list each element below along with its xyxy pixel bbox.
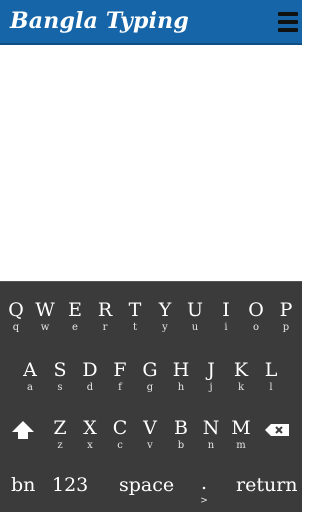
key-n[interactable]: Nn <box>196 416 226 466</box>
key-j[interactable]: Jj <box>196 358 226 408</box>
key-upper: G <box>142 359 158 381</box>
period-key[interactable]: . > <box>194 470 214 510</box>
key-l[interactable]: Ll <box>256 358 286 408</box>
key-lower: u <box>191 322 199 333</box>
lang-bn-key[interactable]: bn <box>11 470 35 500</box>
key-lower: v <box>147 440 153 451</box>
space-key[interactable]: space <box>119 470 174 500</box>
key-upper: U <box>186 299 203 321</box>
app-header: Bangla Typing <box>0 0 302 45</box>
key-upper: V <box>143 417 157 439</box>
key-upper: P <box>279 299 293 321</box>
key-lower: t <box>132 322 138 333</box>
key-upper: Z <box>53 417 67 439</box>
key-upper: X <box>83 417 97 439</box>
key-u[interactable]: Uu <box>180 298 210 348</box>
key-f[interactable]: Ff <box>105 358 135 408</box>
key-lower: b <box>177 440 185 451</box>
key-lower: y <box>162 322 168 333</box>
key-lower: p <box>282 322 290 333</box>
key-upper: D <box>82 359 98 381</box>
key-lower: o <box>252 322 260 333</box>
key-i[interactable]: Ii <box>211 298 241 348</box>
key-r[interactable]: Rr <box>90 298 120 348</box>
key-upper: M <box>231 417 251 439</box>
key-lower: w <box>40 322 50 333</box>
key-lower: l <box>269 382 273 393</box>
numbers-key[interactable]: 123 <box>52 470 88 500</box>
key-upper: R <box>97 299 113 321</box>
key-k[interactable]: Kk <box>226 358 256 408</box>
key-upper: F <box>113 359 127 381</box>
key-upper: Y <box>158 299 172 321</box>
period-label: . <box>200 472 208 494</box>
key-upper: T <box>128 299 142 321</box>
key-upper: W <box>35 299 55 321</box>
key-upper: N <box>202 417 220 439</box>
key-upper: S <box>53 359 67 381</box>
key-o[interactable]: Oo <box>241 298 271 348</box>
key-lower: h <box>177 382 185 393</box>
key-g[interactable]: Gg <box>135 358 165 408</box>
key-y[interactable]: Yy <box>150 298 180 348</box>
key-lower: f <box>118 382 122 393</box>
key-upper: Q <box>8 299 24 321</box>
keyboard-row-4: bn 123 space . > return <box>0 470 302 512</box>
keyboard-row-1: Qq Ww Ee Rr Tt Yy Uu Ii Oo Pp <box>0 298 302 348</box>
key-x[interactable]: Xx <box>75 416 105 466</box>
key-t[interactable]: Tt <box>120 298 150 348</box>
key-lower: z <box>57 440 63 451</box>
key-m[interactable]: Mm <box>226 416 256 466</box>
key-upper: E <box>68 299 82 321</box>
key-w[interactable]: Ww <box>30 298 60 348</box>
key-upper: L <box>264 359 278 381</box>
key-upper: H <box>172 359 190 381</box>
on-screen-keyboard: Qq Ww Ee Rr Tt Yy Uu Ii Oo Pp Aa Ss Dd F… <box>0 281 302 512</box>
key-upper: B <box>174 417 188 439</box>
key-lower: d <box>86 382 94 393</box>
shift-arrow-icon[interactable] <box>8 418 38 444</box>
key-c[interactable]: Cc <box>105 416 135 466</box>
key-lower: k <box>237 382 245 393</box>
app-title: Bangla Typing <box>10 8 189 34</box>
key-z[interactable]: Zz <box>45 416 75 466</box>
period-alt-label: > <box>200 496 208 506</box>
key-lower: s <box>57 382 63 393</box>
key-lower: q <box>12 322 20 333</box>
key-s[interactable]: Ss <box>45 358 75 408</box>
key-upper: O <box>248 299 264 321</box>
key-v[interactable]: Vv <box>135 416 165 466</box>
key-upper: J <box>207 359 215 381</box>
key-lower: a <box>27 382 33 393</box>
key-b[interactable]: Bb <box>166 416 196 466</box>
backspace-icon[interactable] <box>262 418 292 444</box>
key-upper: A <box>23 359 37 381</box>
key-lower: m <box>236 440 246 451</box>
key-e[interactable]: Ee <box>60 298 90 348</box>
key-q[interactable]: Qq <box>1 298 31 348</box>
key-upper: K <box>233 359 249 381</box>
key-h[interactable]: Hh <box>166 358 196 408</box>
key-upper: C <box>112 417 128 439</box>
typing-text-area[interactable] <box>0 47 302 281</box>
key-a[interactable]: Aa <box>15 358 45 408</box>
key-p[interactable]: Pp <box>271 298 301 348</box>
key-lower: g <box>146 382 154 393</box>
key-upper: I <box>222 299 230 321</box>
keyboard-row-2: Aa Ss Dd Ff Gg Hh Jj Kk Ll <box>0 358 302 408</box>
key-lower: c <box>117 440 123 451</box>
hamburger-menu-icon[interactable] <box>278 12 298 32</box>
keyboard-row-3: Zz Xx Cc Vv Bb Nn Mm <box>0 416 302 466</box>
key-lower: j <box>209 382 213 393</box>
key-lower: x <box>87 440 93 451</box>
key-lower: n <box>207 440 215 451</box>
key-lower: i <box>224 322 228 333</box>
key-lower: r <box>102 322 108 333</box>
key-d[interactable]: Dd <box>75 358 105 408</box>
key-lower: e <box>72 322 78 333</box>
return-key[interactable]: return <box>236 470 298 500</box>
